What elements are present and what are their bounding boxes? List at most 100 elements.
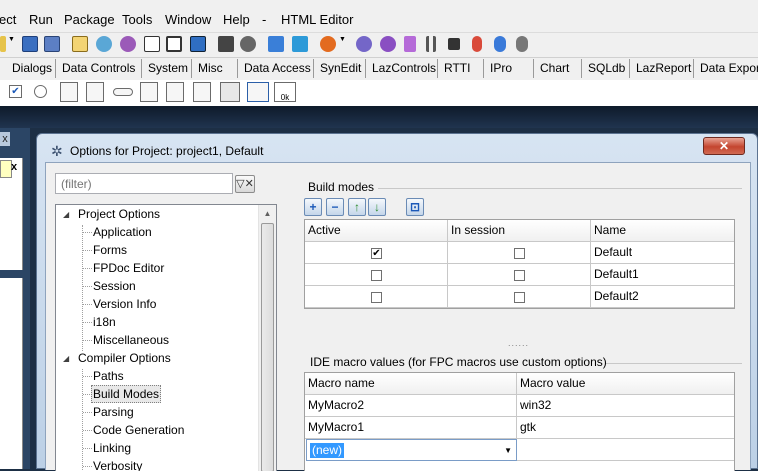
- tree-node-project-options[interactable]: Project Options: [78, 205, 160, 223]
- tree-node-forms[interactable]: Forms: [93, 241, 127, 259]
- menu-package[interactable]: Package: [64, 12, 115, 27]
- tcombobox-icon[interactable]: [86, 82, 104, 102]
- palette-tab-dialogs[interactable]: Dialogs: [6, 59, 56, 78]
- active-checkbox-default1[interactable]: [371, 270, 382, 281]
- dropdown-arrow-icon[interactable]: ▼: [8, 36, 16, 52]
- step-out-icon[interactable]: [516, 36, 528, 52]
- tcheckgroup-icon[interactable]: [193, 82, 211, 102]
- tgroupbox-icon[interactable]: [140, 82, 158, 102]
- tpanel-icon[interactable]: [220, 82, 240, 102]
- active-checkbox-default2[interactable]: [371, 292, 382, 303]
- mode-name-cell[interactable]: Default: [591, 242, 734, 264]
- palette-tab-misc[interactable]: Misc: [192, 59, 238, 78]
- tree-node-compiler-options[interactable]: Compiler Options: [78, 349, 171, 367]
- stop-icon[interactable]: [448, 38, 460, 50]
- tree-node-application[interactable]: Application: [93, 223, 152, 241]
- palette-tab-lazreport[interactable]: LazReport: [630, 59, 694, 78]
- tree-node-linking[interactable]: Linking: [93, 439, 131, 457]
- macro-value-cell[interactable]: gtk: [517, 417, 734, 439]
- move-down-icon[interactable]: ↓: [368, 198, 386, 216]
- new-unit-icon[interactable]: [166, 36, 182, 52]
- chevron-down-icon[interactable]: ▼: [504, 446, 512, 455]
- build-icon[interactable]: [268, 36, 284, 52]
- add-mode-icon[interactable]: +: [304, 198, 322, 216]
- menu-run[interactable]: Run: [29, 12, 53, 27]
- tradiobutton-icon[interactable]: [34, 85, 47, 98]
- palette-tab-system[interactable]: System: [142, 59, 192, 78]
- tree-node-paths[interactable]: Paths: [93, 367, 124, 385]
- palette-tab-synedit[interactable]: SynEdit: [314, 59, 366, 78]
- menu-tools[interactable]: Tools: [122, 12, 152, 27]
- clear-filter-icon[interactable]: ▽✕: [235, 175, 255, 193]
- menu-html-editor[interactable]: HTML Editor: [281, 12, 353, 27]
- save-icon[interactable]: [22, 36, 38, 52]
- tree-node-i18n[interactable]: i18n: [93, 313, 116, 331]
- tree-node-fpdoc-editor[interactable]: FPDoc Editor: [93, 259, 164, 277]
- column-header-active[interactable]: Active: [305, 220, 448, 242]
- palette-tab-sqldb[interactable]: SQLdb: [582, 59, 630, 78]
- collapse-icon[interactable]: ◢: [63, 210, 69, 219]
- column-header-macro-value[interactable]: Macro value: [517, 373, 734, 395]
- palette-tab-chart[interactable]: Chart: [534, 59, 582, 78]
- column-header-macro-name[interactable]: Macro name: [305, 373, 517, 395]
- run-icon[interactable]: [404, 36, 416, 52]
- step-into-icon[interactable]: [472, 36, 482, 52]
- close-icon[interactable]: x: [11, 161, 17, 173]
- tree-node-parsing[interactable]: Parsing: [93, 403, 134, 421]
- pause-icon[interactable]: [426, 36, 436, 52]
- palette-tab-data-export[interactable]: Data Expor: [694, 59, 758, 78]
- palette-tab-lazcontrols[interactable]: LazControls: [366, 59, 438, 78]
- tactionlist-icon[interactable]: 0k: [274, 82, 296, 102]
- delete-mode-icon[interactable]: −: [326, 198, 344, 216]
- macro-name-cell[interactable]: MyMacro2: [305, 395, 517, 417]
- close-button[interactable]: ✕: [703, 137, 745, 155]
- tscrollbar-icon[interactable]: [113, 88, 133, 96]
- new-macro-value[interactable]: (new): [310, 443, 345, 458]
- step-over-icon[interactable]: [494, 36, 506, 52]
- menu-help[interactable]: Help: [223, 12, 250, 27]
- column-header-in-session[interactable]: In session: [448, 220, 591, 242]
- view-units-icon[interactable]: [120, 36, 136, 52]
- toggle-form-icon[interactable]: [96, 36, 112, 52]
- palette-tab-data-access[interactable]: Data Access: [238, 59, 314, 78]
- build-all-icon[interactable]: [380, 36, 396, 52]
- move-up-icon[interactable]: ↑: [348, 198, 366, 216]
- macro-name-cell[interactable]: MyMacro1: [305, 417, 517, 439]
- macro-value-cell[interactable]: win32: [517, 395, 734, 417]
- macro-value-cell[interactable]: [517, 439, 734, 461]
- compile-icon[interactable]: [356, 36, 372, 52]
- tree-scrollbar[interactable]: ▲: [258, 205, 276, 471]
- tree-node-miscellaneous[interactable]: Miscellaneous: [93, 331, 169, 349]
- filter-input[interactable]: [55, 173, 233, 194]
- diff-icon[interactable]: ⊡: [406, 198, 424, 216]
- project-icon[interactable]: [292, 36, 308, 52]
- new-macro-combobox[interactable]: (new) ▼: [306, 439, 517, 461]
- new-form-icon[interactable]: [72, 36, 88, 52]
- session-checkbox-default1[interactable]: [514, 270, 525, 281]
- mode-name-cell[interactable]: Default2: [591, 286, 734, 308]
- menu-project[interactable]: ect: [0, 12, 16, 27]
- splitter-handle[interactable]: ......: [508, 338, 529, 348]
- tree-node-code-generation[interactable]: Code Generation: [93, 421, 184, 439]
- toggle-icon[interactable]: [190, 36, 206, 52]
- tradiogroup-icon[interactable]: [166, 82, 184, 102]
- open-icon[interactable]: [0, 36, 6, 52]
- scroll-up-icon[interactable]: ▲: [259, 205, 276, 222]
- palette-tab-ipro[interactable]: IPro: [484, 59, 534, 78]
- session-checkbox-default2[interactable]: [514, 292, 525, 303]
- tree-node-version-info[interactable]: Version Info: [93, 295, 156, 313]
- active-checkbox-default[interactable]: ✔: [371, 248, 382, 259]
- palette-tab-rtti[interactable]: RTTI: [438, 59, 484, 78]
- run-options-icon[interactable]: [320, 36, 336, 52]
- view-forms-icon[interactable]: [144, 36, 160, 52]
- run-dropdown-icon[interactable]: ▼: [339, 36, 347, 52]
- tframe-icon[interactable]: [247, 82, 269, 102]
- close-icon[interactable]: x: [0, 132, 10, 146]
- save-all-icon[interactable]: [44, 36, 60, 52]
- column-header-name[interactable]: Name: [591, 220, 734, 242]
- inspector-icon[interactable]: [218, 36, 234, 52]
- tcheckbox-icon[interactable]: ✔: [9, 85, 22, 98]
- scroll-thumb[interactable]: [261, 223, 274, 471]
- collapse-icon[interactable]: ◢: [63, 354, 69, 363]
- tree-node-session[interactable]: Session: [93, 277, 136, 295]
